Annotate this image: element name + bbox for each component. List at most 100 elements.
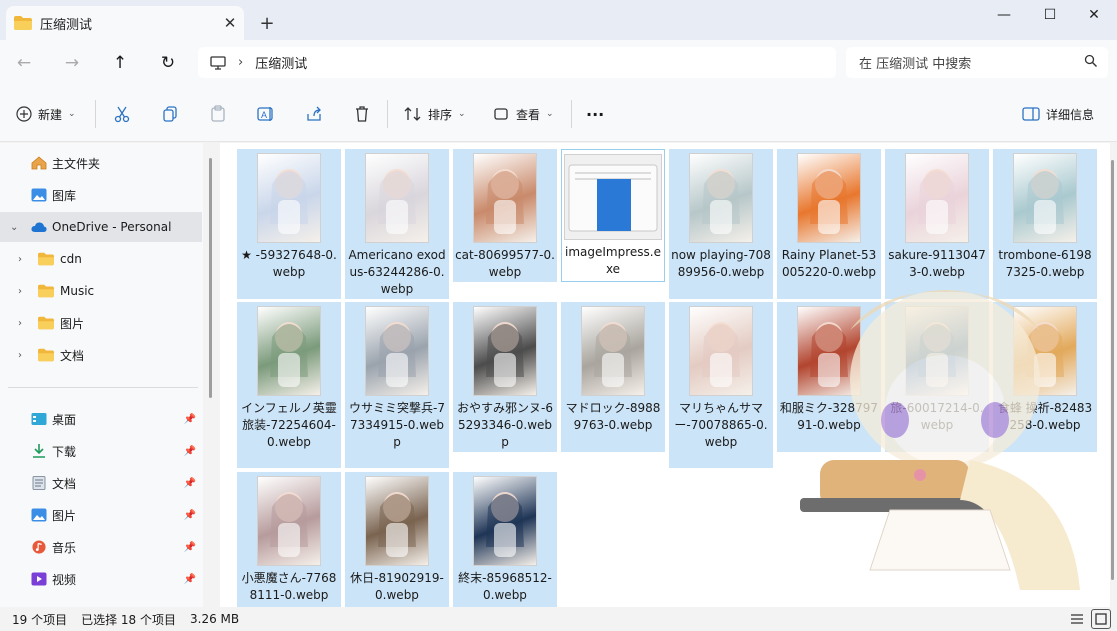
up-button[interactable]: ↑ [104,48,136,78]
sidebar-item-gallery[interactable]: 图库 [0,180,202,210]
refresh-icon: ↻ [160,53,176,73]
chevron-down-icon: ⌄ [10,221,19,233]
refresh-button[interactable]: ↻ [152,48,184,78]
maximize-button[interactable]: ☐ [1027,0,1073,30]
paste-button[interactable] [209,100,227,128]
file-item[interactable]: おやすみ邪ンヌ-65293346-0.webp [453,302,557,452]
sidebar-item-desktop[interactable]: 桌面 📌 [0,404,202,434]
sidebar-item-home[interactable]: 主文件夹 [0,148,202,178]
rename-button[interactable]: A [257,100,275,128]
selection-size: 3.26 MB [190,612,240,626]
file-item[interactable]: cat-80699577-0.webp [453,149,557,282]
file-item[interactable]: マリちゃんサマー-70078865-0.webp [669,302,773,468]
file-item[interactable]: 終末-85968512-0.webp [453,472,557,607]
forward-button[interactable]: → [56,48,88,78]
sidebar-item-label: Music [60,284,95,298]
sidebar-item-documents[interactable]: 文档 📌 [0,468,202,498]
file-item[interactable]: sakure-91130473-0.webp [885,149,989,299]
divider [571,100,572,128]
file-item[interactable]: ★ -59327648-0.webp [237,149,341,299]
sidebar-item-label: OneDrive - Personal [52,220,172,234]
sidebar-item-videos[interactable]: 视频 📌 [0,564,202,594]
content-scrollbar[interactable] [1111,160,1114,580]
file-name: インフェルノ英靈旅装-72254604-0.webp [241,401,337,449]
address-bar[interactable]: › 压缩测试 [198,47,836,78]
sidebar-item-music[interactable]: › Music [0,276,202,306]
view-button[interactable]: 查看 ⌄ [494,100,554,128]
cut-button[interactable] [113,100,131,128]
file-item[interactable]: now playing-70889956-0.webp [669,149,773,299]
new-tab-button[interactable]: + [254,10,280,36]
svg-text:A: A [261,110,267,120]
chevron-right-icon: › [18,253,22,265]
exe-thumbnail [564,154,662,240]
file-item[interactable]: インフェルノ英靈旅装-72254604-0.webp [237,302,341,468]
sort-button[interactable]: 排序 ⌄ [404,100,466,128]
tab-current[interactable]: 压缩测试 ✕ [6,6,244,40]
file-item[interactable]: ウサミミ突撃兵-77334915-0.webp [345,302,449,468]
details-view-button[interactable] [1067,609,1087,629]
file-item[interactable]: マドロック-89889763-0.webp [561,302,665,452]
sidebar-item-label: 图片 [60,316,85,331]
file-name: マドロック-89889763-0.webp [565,401,661,432]
breadcrumb[interactable]: 压缩测试 [255,53,307,72]
sidebar-item-label: 主文件夹 [52,156,101,171]
sidebar-item-pictures[interactable]: 图片 📌 [0,500,202,530]
image-thumbnail [365,476,429,566]
file-item[interactable]: Americano exodus-63244286-0.webp [345,149,449,299]
file-item[interactable]: 和服ミク-32879791-0.webp [777,302,881,452]
chevron-right-icon: › [18,349,22,361]
image-thumbnail [257,153,321,243]
search-input[interactable]: 在 压缩测试 中搜索 [846,47,1108,78]
navigation-pane: 主文件夹 图库 ⌄ OneDrive - Personal › cdn › Mu… [0,143,203,607]
file-name: trombone-61987325-0.webp [998,248,1092,279]
search-placeholder: 在 压缩测试 中搜索 [859,57,972,72]
sidebar-scrollbar[interactable] [209,158,212,398]
file-item[interactable]: trombone-61987325-0.webp [993,149,1097,299]
new-button[interactable]: 新建 ⌄ [16,100,76,128]
pin-icon: 📌 [183,573,196,585]
arrow-right-icon: → [64,53,80,73]
details-pane-button[interactable]: 详细信息 [1022,100,1094,128]
tiles-view-button[interactable] [1091,609,1111,629]
more-options-button[interactable]: ··· [586,100,604,128]
document-icon [32,476,46,490]
file-item[interactable]: imageImpress.exe [561,149,665,282]
plus-circle-icon [16,106,32,122]
sidebar-item-cdn[interactable]: › cdn [0,244,202,274]
sidebar-item-music-quick[interactable]: 音乐 📌 [0,532,202,562]
folder-icon [38,316,54,330]
tab-close-icon[interactable]: ✕ [216,9,244,37]
copy-icon [163,106,177,122]
sidebar-item-documents-folder[interactable]: › 文档 [0,340,202,370]
file-item[interactable]: 休日-81902919-0.webp [345,472,449,607]
title-bar: 压缩测试 ✕ + — ☐ ✕ [0,0,1117,40]
chevron-right-icon: › [238,55,244,70]
file-item[interactable]: 旅-60017214-0.webp [885,302,989,452]
file-name: 終末-85968512-0.webp [458,571,552,602]
back-button[interactable]: ← [8,48,40,78]
sidebar-item-onedrive[interactable]: ⌄ OneDrive - Personal [0,212,202,242]
copy-button[interactable] [161,100,179,128]
sidebar-item-label: 视频 [52,572,77,587]
close-window-button[interactable]: ✕ [1071,0,1117,30]
scissors-icon [114,106,130,123]
sort-icon [404,107,421,121]
delete-button[interactable] [353,100,371,128]
sidebar-item-downloads[interactable]: 下载 📌 [0,436,202,466]
image-thumbnail [365,153,429,243]
gallery-icon [31,188,47,202]
file-item[interactable]: 小悪魔さん-77688111-0.webp [237,472,341,607]
sidebar-item-pictures-folder[interactable]: › 图片 [0,308,202,338]
folder-icon [38,252,54,266]
pictures-icon [31,508,47,522]
file-item[interactable]: Rainy Planet-53005220-0.webp [777,149,881,299]
file-item[interactable]: 食蜂 操祈-82483258-0.webp [993,302,1097,452]
cloud-icon [31,222,47,232]
image-thumbnail [1013,306,1077,396]
pin-icon: 📌 [183,477,196,489]
paste-icon [211,105,225,122]
file-name: ウサミミ突撃兵-77334915-0.webp [349,401,445,449]
share-button[interactable] [305,100,323,128]
minimize-button[interactable]: — [981,0,1027,30]
